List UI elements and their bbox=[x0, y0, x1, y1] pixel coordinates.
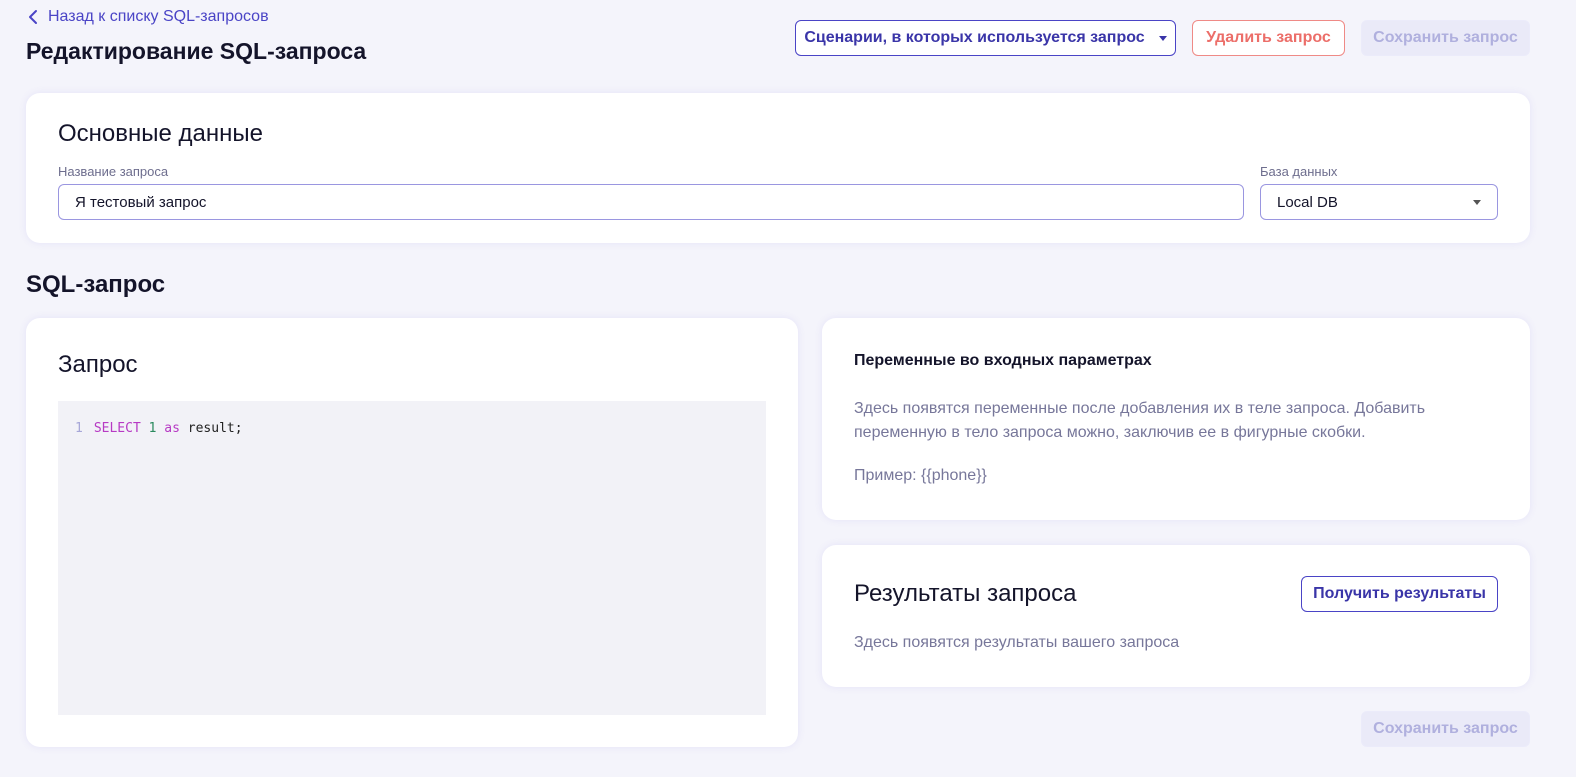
results-empty-text: Здесь появятся результаты вашего запроса bbox=[854, 634, 1180, 651]
query-title: Запрос bbox=[58, 351, 138, 378]
caret-down-icon bbox=[1473, 199, 1481, 205]
database-select-value: Local DB bbox=[1277, 193, 1338, 211]
page-title: Редактирование SQL-запроса bbox=[26, 38, 367, 64]
save-query-button-bottom[interactable]: Сохранить запрос bbox=[1361, 711, 1530, 747]
scenarios-dropdown-button[interactable]: Сценарии, в которых используется запрос bbox=[795, 20, 1176, 56]
variables-example: Пример: {{phone}} bbox=[854, 467, 987, 484]
delete-query-button[interactable]: Удалить запрос bbox=[1192, 20, 1345, 56]
scenarios-button-label: Сценарии, в которых используется запрос bbox=[804, 29, 1145, 46]
back-link-label: Назад к списку SQL-запросов bbox=[48, 8, 269, 25]
results-card: Результаты запроса Получить результаты З… bbox=[822, 545, 1530, 687]
sql-section-title: SQL-запрос bbox=[26, 271, 166, 298]
query-name-input[interactable]: Я тестовый запрос bbox=[58, 184, 1244, 220]
sql-keyword-as: as bbox=[164, 421, 180, 436]
back-link[interactable]: Назад к списку SQL-запросов bbox=[28, 8, 269, 26]
sql-keyword-select: SELECT bbox=[93, 421, 141, 436]
database-select[interactable]: Local DB bbox=[1260, 184, 1498, 220]
database-label: База данных bbox=[1260, 164, 1338, 179]
chevron-left-icon bbox=[28, 9, 38, 25]
sql-identifier: result; bbox=[187, 421, 243, 436]
variables-card: Переменные во входных параметрах Здесь п… bbox=[822, 318, 1530, 520]
main-data-title: Основные данные bbox=[58, 120, 263, 147]
caret-down-icon bbox=[1158, 35, 1167, 41]
variables-title: Переменные во входных параметрах bbox=[854, 352, 1152, 369]
sql-number: 1 bbox=[148, 421, 157, 436]
query-card: Запрос 1 SELECT 1 as result; bbox=[26, 318, 798, 747]
variables-description: Здесь появятся переменные после добавлен… bbox=[854, 400, 1426, 441]
results-title: Результаты запроса bbox=[854, 580, 1077, 607]
sql-editor[interactable]: 1 SELECT 1 as result; bbox=[58, 401, 766, 715]
save-query-button[interactable]: Сохранить запрос bbox=[1361, 20, 1530, 56]
header-actions: Сценарии, в которых используется запрос … bbox=[795, 20, 1530, 56]
get-results-button[interactable]: Получить результаты bbox=[1301, 576, 1498, 612]
line-number: 1 bbox=[75, 421, 83, 436]
query-name-label: Название запроса bbox=[58, 164, 169, 179]
main-data-card: Основные данные Название запроса Я тесто… bbox=[26, 93, 1530, 243]
